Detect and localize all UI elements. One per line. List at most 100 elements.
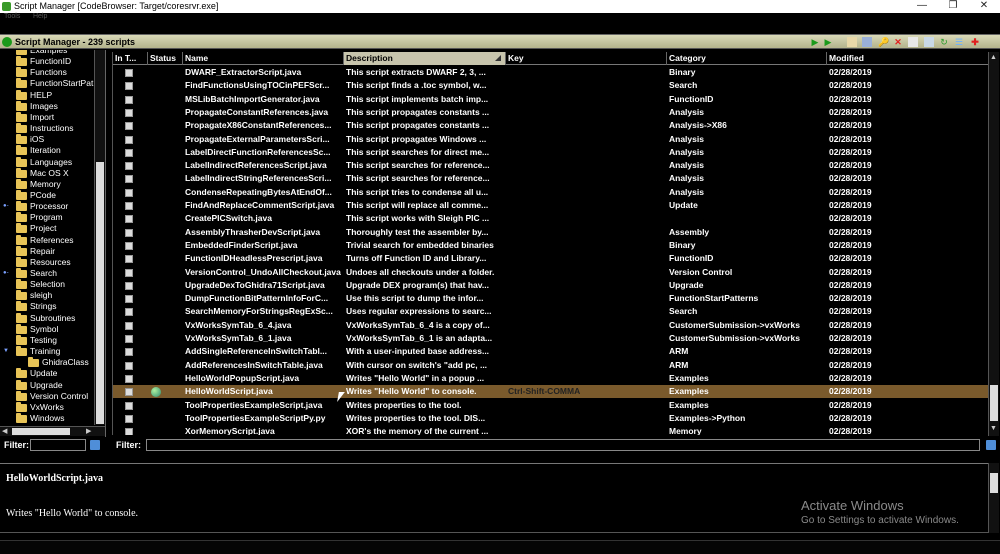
help-cross-icon[interactable]: ✚ bbox=[970, 37, 980, 47]
tree-item[interactable]: VxWorks bbox=[0, 401, 94, 413]
tree-item[interactable]: Program bbox=[0, 212, 94, 223]
in-toolbar-checkbox[interactable] bbox=[125, 414, 133, 423]
table-row[interactable]: UpgradeDexToGhidra71Script.java Upgrade D… bbox=[113, 279, 988, 292]
table-row[interactable]: AssemblyThrasherDevScript.java Thoroughly… bbox=[113, 226, 988, 239]
table-row[interactable]: LabelDirectFunctionReferencesSc... This s… bbox=[113, 146, 988, 159]
in-toolbar-checkbox[interactable] bbox=[125, 388, 133, 397]
table-row[interactable]: VxWorksSymTab_6_4.java VxWorksSymTab_6_4 … bbox=[113, 319, 988, 332]
tree-expand-icon[interactable] bbox=[3, 148, 9, 153]
tree-expand-icon[interactable]: ●- bbox=[3, 203, 9, 209]
tree-expand-icon[interactable] bbox=[3, 160, 9, 165]
tree-expand-icon[interactable] bbox=[3, 327, 9, 332]
tree-filter-input[interactable] bbox=[30, 439, 86, 451]
tree-expand-icon[interactable] bbox=[3, 282, 9, 287]
scroll-up-icon[interactable]: ▲ bbox=[990, 54, 997, 61]
tree-item[interactable]: Subroutines bbox=[0, 312, 94, 324]
tree-expand-icon[interactable]: ▼ bbox=[3, 348, 9, 354]
table-row[interactable]: FindAndReplaceCommentScript.java This scr… bbox=[113, 199, 988, 212]
tree-expand-icon[interactable] bbox=[3, 171, 9, 176]
tree-expand-icon[interactable] bbox=[3, 360, 9, 365]
tree-item[interactable]: Mac OS X bbox=[0, 167, 94, 179]
tree-expand-icon[interactable] bbox=[3, 137, 9, 142]
tree-expand-icon[interactable] bbox=[3, 293, 9, 298]
tree-expand-icon[interactable] bbox=[3, 383, 9, 388]
refresh-icon[interactable]: ↻ bbox=[939, 37, 949, 47]
tree-item[interactable]: Iteration bbox=[0, 145, 94, 156]
in-toolbar-checkbox[interactable] bbox=[125, 361, 133, 370]
tree-expand-icon[interactable] bbox=[3, 304, 9, 309]
in-toolbar-checkbox[interactable] bbox=[125, 308, 133, 317]
in-toolbar-checkbox[interactable] bbox=[125, 188, 133, 197]
table-vertical-scrollbar[interactable]: ▲ ▼ bbox=[988, 52, 999, 436]
table-row[interactable]: LabelIndirectStringReferencesScri... This… bbox=[113, 172, 988, 185]
tree-item[interactable]: ▼ Training bbox=[0, 346, 94, 357]
tree-item[interactable]: PCode bbox=[0, 189, 94, 201]
tree-item[interactable]: GhidraClass bbox=[0, 357, 94, 368]
tree-item[interactable]: Project bbox=[0, 223, 94, 234]
column-header[interactable]: Name bbox=[183, 52, 344, 65]
in-toolbar-checkbox[interactable] bbox=[125, 108, 133, 117]
tree-item[interactable]: FunctionID bbox=[0, 56, 94, 67]
tree-item[interactable]: Windows bbox=[0, 412, 94, 424]
key-binding-icon[interactable]: 🔑 bbox=[878, 37, 889, 47]
column-header[interactable]: Description bbox=[344, 52, 506, 65]
edit-script-icon[interactable] bbox=[847, 37, 857, 47]
column-header[interactable]: Modified bbox=[827, 52, 988, 65]
in-toolbar-checkbox[interactable] bbox=[125, 374, 133, 383]
tree-item[interactable]: Images bbox=[0, 100, 94, 112]
in-toolbar-checkbox[interactable] bbox=[125, 321, 133, 330]
tree-item[interactable]: ●- Search bbox=[0, 268, 94, 279]
table-filter-input[interactable] bbox=[146, 439, 980, 451]
run-script-icon[interactable]: ▶ bbox=[810, 37, 820, 47]
tree-item[interactable]: Functions bbox=[0, 67, 94, 78]
tree-item[interactable]: ●- Processor bbox=[0, 201, 94, 212]
tree-expand-icon[interactable] bbox=[3, 104, 9, 109]
in-toolbar-checkbox[interactable] bbox=[125, 428, 133, 435]
table-row[interactable]: FunctionIDHeadlessPrescript.java Turns of… bbox=[113, 252, 988, 265]
table-row[interactable]: DumpFunctionBitPatternInfoForC... Use thi… bbox=[113, 292, 988, 305]
tree-item[interactable]: Selection bbox=[0, 279, 94, 290]
table-row[interactable]: AddSingleReferenceInSwitchTabl... With a … bbox=[113, 345, 988, 358]
minimize-button[interactable]: — bbox=[907, 0, 937, 13]
tree-expand-icon[interactable] bbox=[3, 249, 9, 254]
in-toolbar-checkbox[interactable] bbox=[125, 335, 133, 343]
menu-tools[interactable]: Tools bbox=[4, 13, 20, 20]
script-directories-icon[interactable]: ☰ bbox=[954, 37, 964, 47]
tree-expand-icon[interactable] bbox=[3, 93, 9, 98]
table-row[interactable]: SearchMemoryForStringsRegExSc... Uses reg… bbox=[113, 305, 988, 318]
table-row[interactable]: PropagateConstantReferences.java This scr… bbox=[113, 106, 988, 119]
delete-script-icon[interactable]: ✕ bbox=[893, 37, 903, 47]
scroll-left-icon[interactable]: ◀ bbox=[2, 427, 7, 435]
in-toolbar-checkbox[interactable] bbox=[125, 215, 133, 224]
table-row[interactable]: EmbeddedFinderScript.java Trivial search … bbox=[113, 239, 988, 252]
table-row[interactable]: DWARF_ExtractorScript.java This script ex… bbox=[113, 66, 988, 79]
tree-expand-icon[interactable] bbox=[3, 316, 9, 321]
menu-help[interactable]: Help bbox=[33, 13, 47, 20]
tree-item[interactable]: References bbox=[0, 234, 94, 246]
tree-expand-icon[interactable] bbox=[3, 182, 9, 187]
column-header[interactable]: Key bbox=[506, 52, 667, 65]
table-row[interactable]: CreatePICSwitch.java This script works wi… bbox=[113, 212, 988, 225]
in-toolbar-checkbox[interactable] bbox=[125, 69, 133, 77]
scroll-down-icon[interactable]: ▼ bbox=[990, 425, 997, 432]
eclipse-edit-icon[interactable] bbox=[862, 37, 872, 47]
tree-expand-icon[interactable] bbox=[3, 115, 9, 120]
in-toolbar-checkbox[interactable] bbox=[125, 122, 133, 131]
tree-vertical-scrollbar[interactable] bbox=[94, 50, 105, 425]
table-row[interactable]: HelloWorldScript.java Writes "Hello World… bbox=[113, 385, 988, 399]
tree-expand-icon[interactable] bbox=[3, 394, 9, 399]
tree-expand-icon[interactable] bbox=[3, 416, 9, 421]
tree-item[interactable]: Examples bbox=[0, 50, 94, 56]
tree-expand-icon[interactable] bbox=[3, 50, 9, 53]
table-filter-options-icon[interactable] bbox=[986, 440, 996, 450]
close-window-button[interactable]: ✕ bbox=[969, 0, 999, 13]
column-header[interactable]: Category bbox=[667, 52, 827, 65]
column-header[interactable]: In T... bbox=[113, 52, 148, 65]
in-toolbar-checkbox[interactable] bbox=[125, 228, 133, 237]
in-toolbar-checkbox[interactable] bbox=[125, 82, 133, 91]
tree-expand-icon[interactable] bbox=[3, 193, 9, 198]
run-last-script-icon[interactable]: ▶ bbox=[823, 37, 833, 47]
tree-item[interactable]: Update bbox=[0, 368, 94, 379]
scroll-right-icon[interactable]: ▶ bbox=[86, 427, 91, 435]
tree-horizontal-scrollbar[interactable]: ◀ ▶ bbox=[0, 426, 105, 436]
